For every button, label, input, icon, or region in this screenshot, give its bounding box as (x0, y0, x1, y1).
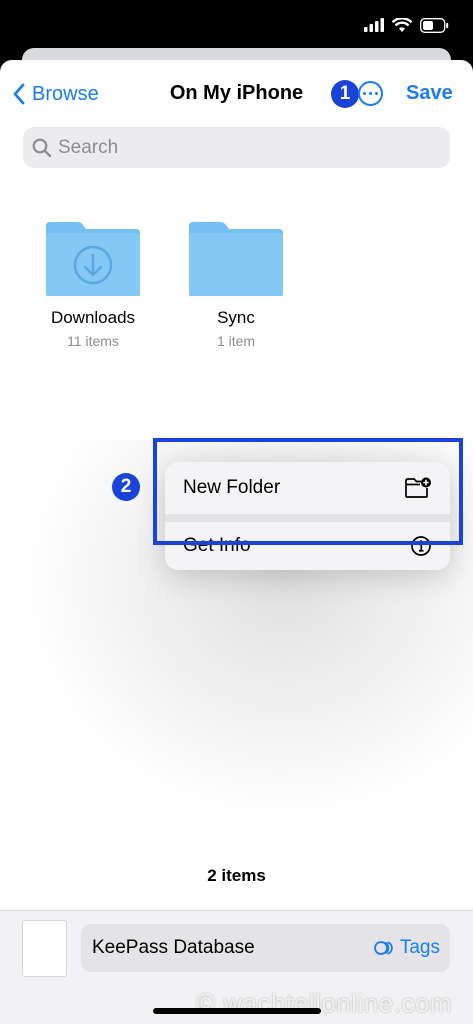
files-sheet: Browse On My iPhone 1 Save Search Downlo… (0, 60, 473, 1024)
search-placeholder: Search (58, 136, 119, 158)
save-button[interactable]: Save (406, 82, 453, 105)
items-count: 2 items (207, 866, 266, 885)
folder-item-count: 11 items (67, 333, 119, 349)
search-field[interactable]: Search (23, 127, 450, 168)
tags-label: Tags (399, 937, 440, 958)
download-folder-icon (46, 222, 140, 296)
tags-button[interactable]: Tags (373, 937, 440, 959)
file-name-field[interactable]: KeePass Database Tags (81, 924, 450, 972)
home-indicator[interactable] (153, 1008, 321, 1014)
folder-name: Downloads (50, 308, 136, 327)
file-name-text: KeePass Database (92, 937, 255, 958)
navigation-bar: Browse On My iPhone 1 Save (0, 60, 473, 126)
folder-item-count: 1 item (216, 333, 256, 349)
annotation-badge-1: 1 (331, 80, 359, 108)
cellular-signal-icon (364, 18, 384, 32)
file-thumbnail (22, 920, 67, 977)
page-title: On My iPhone (169, 82, 304, 104)
more-options-button[interactable] (358, 81, 383, 106)
search-icon (32, 138, 52, 157)
status-bar (0, 0, 473, 50)
watermark: © wachtellonline.com (196, 988, 453, 1018)
battery-icon (420, 17, 449, 33)
annotation-highlight (153, 438, 463, 545)
folder-downloads[interactable]: Downloads 11 items (23, 220, 163, 349)
annotation-badge-2: 2 (112, 473, 140, 501)
wifi-icon (392, 17, 412, 32)
folder-sync[interactable]: Sync 1 item (166, 220, 306, 349)
tag-icon (373, 941, 393, 955)
folder-name: Sync (217, 308, 255, 327)
folder-icon (189, 222, 283, 296)
